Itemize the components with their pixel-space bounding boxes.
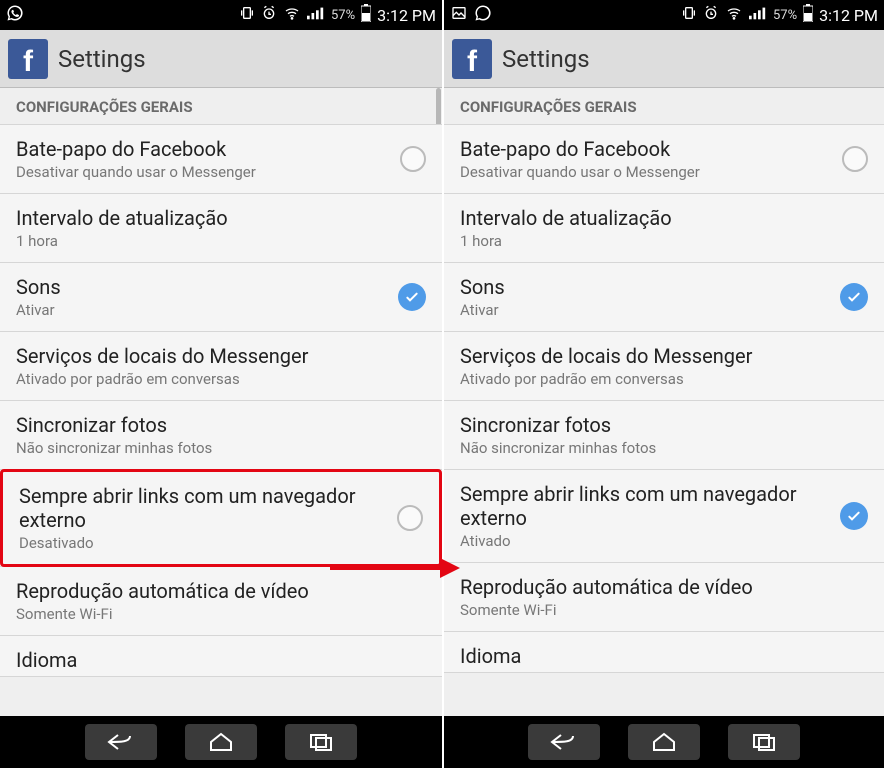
- setting-title: Serviços de locais do Messenger: [460, 344, 858, 368]
- recent-apps-button[interactable]: [728, 724, 800, 760]
- setting-title: Sons: [460, 275, 830, 299]
- page-title: Settings: [58, 45, 146, 73]
- home-button[interactable]: [628, 724, 700, 760]
- facebook-icon: f: [8, 39, 48, 79]
- checkbox-on[interactable]: [840, 502, 868, 530]
- setting-title: Bate-papo do Facebook: [460, 137, 832, 161]
- back-button[interactable]: [85, 724, 157, 760]
- setting-autoplay[interactable]: Reprodução automática de vídeo Somente W…: [0, 566, 442, 636]
- section-header: CONFIGURAÇÕES GERAIS: [0, 88, 442, 124]
- setting-subtitle: Desativar quando usar o Messenger: [16, 163, 390, 181]
- setting-external-links[interactable]: Sempre abrir links com um navegador exte…: [444, 469, 884, 563]
- alarm-icon: [703, 5, 719, 25]
- settings-list: CONFIGURAÇÕES GERAIS Bate-papo do Facebo…: [0, 88, 442, 716]
- wifi-icon: [725, 5, 743, 25]
- facebook-icon: f: [452, 39, 492, 79]
- phone-left: 57% 3:12 PM f Settings CONFIGURAÇÕES GER…: [0, 0, 442, 768]
- setting-subtitle: 1 hora: [460, 232, 858, 250]
- setting-sync-photos[interactable]: Sincronizar fotos Não sincronizar minhas…: [444, 400, 884, 470]
- setting-subtitle: Desativado: [19, 534, 387, 552]
- title-bar: f Settings: [0, 30, 442, 88]
- signal-icon: [749, 6, 767, 24]
- phone-right: 57% 3:12 PM f Settings CONFIGURAÇÕES GER…: [442, 0, 884, 768]
- recent-apps-button[interactable]: [285, 724, 357, 760]
- vibrate-icon: [681, 5, 697, 25]
- setting-title: Idioma: [16, 648, 416, 672]
- setting-chat[interactable]: Bate-papo do Facebook Desativar quando u…: [0, 124, 442, 194]
- battery-icon: [361, 4, 371, 26]
- setting-subtitle: Somente Wi-Fi: [460, 601, 858, 619]
- alarm-icon: [261, 5, 277, 25]
- radio-off[interactable]: [400, 146, 426, 172]
- setting-location[interactable]: Serviços de locais do Messenger Ativado …: [444, 331, 884, 401]
- checkbox-on[interactable]: [840, 283, 868, 311]
- battery-percent: 57%: [773, 8, 797, 23]
- setting-language[interactable]: Idioma: [0, 635, 442, 677]
- whatsapp-icon: [6, 4, 24, 26]
- setting-title: Sincronizar fotos: [16, 413, 416, 437]
- checkbox-on[interactable]: [398, 283, 426, 311]
- back-button[interactable]: [528, 724, 600, 760]
- settings-list: CONFIGURAÇÕES GERAIS Bate-papo do Facebo…: [444, 88, 884, 716]
- nav-bar: [444, 716, 884, 768]
- setting-subtitle: Ativado por padrão em conversas: [16, 370, 416, 388]
- setting-title: Serviços de locais do Messenger: [16, 344, 416, 368]
- setting-title: Bate-papo do Facebook: [16, 137, 390, 161]
- whatsapp-icon: [474, 4, 492, 26]
- setting-title: Intervalo de atualização: [16, 206, 416, 230]
- setting-subtitle: Desativar quando usar o Messenger: [460, 163, 832, 181]
- setting-title: Sincronizar fotos: [460, 413, 858, 437]
- setting-location[interactable]: Serviços de locais do Messenger Ativado …: [0, 331, 442, 401]
- setting-title: Sempre abrir links com um navegador exte…: [19, 484, 387, 532]
- setting-subtitle: Somente Wi-Fi: [16, 605, 416, 623]
- signal-icon: [307, 6, 325, 24]
- setting-subtitle: Não sincronizar minhas fotos: [460, 439, 858, 457]
- clock-text: 3:12 PM: [377, 6, 436, 25]
- status-bar: 57% 3:12 PM: [444, 0, 884, 30]
- radio-off[interactable]: [842, 146, 868, 172]
- setting-subtitle: 1 hora: [16, 232, 416, 250]
- setting-title: Sons: [16, 275, 388, 299]
- setting-title: Reprodução automática de vídeo: [16, 579, 416, 603]
- section-header: CONFIGURAÇÕES GERAIS: [444, 88, 884, 124]
- setting-subtitle: Ativado: [460, 532, 830, 550]
- setting-sync-photos[interactable]: Sincronizar fotos Não sincronizar minhas…: [0, 400, 442, 470]
- setting-subtitle: Ativar: [16, 301, 388, 319]
- battery-icon: [803, 4, 813, 26]
- setting-subtitle: Não sincronizar minhas fotos: [16, 439, 416, 457]
- setting-sounds[interactable]: Sons Ativar: [0, 262, 442, 332]
- setting-refresh[interactable]: Intervalo de atualização 1 hora: [444, 193, 884, 263]
- clock-text: 3:12 PM: [819, 6, 878, 25]
- setting-subtitle: Ativado por padrão em conversas: [460, 370, 858, 388]
- setting-subtitle: Ativar: [460, 301, 830, 319]
- home-button[interactable]: [185, 724, 257, 760]
- nav-bar: [0, 716, 442, 768]
- image-icon: [450, 5, 468, 25]
- vibrate-icon: [239, 5, 255, 25]
- wifi-icon: [283, 5, 301, 25]
- setting-title: Sempre abrir links com um navegador exte…: [460, 482, 830, 530]
- radio-off[interactable]: [397, 505, 423, 531]
- setting-refresh[interactable]: Intervalo de atualização 1 hora: [0, 193, 442, 263]
- title-bar: f Settings: [444, 30, 884, 88]
- setting-sounds[interactable]: Sons Ativar: [444, 262, 884, 332]
- status-bar: 57% 3:12 PM: [0, 0, 442, 30]
- setting-title: Intervalo de atualização: [460, 206, 858, 230]
- setting-autoplay[interactable]: Reprodução automática de vídeo Somente W…: [444, 562, 884, 632]
- setting-title: Idioma: [460, 644, 858, 668]
- setting-language[interactable]: Idioma: [444, 631, 884, 673]
- battery-percent: 57%: [331, 8, 355, 23]
- setting-chat[interactable]: Bate-papo do Facebook Desativar quando u…: [444, 124, 884, 194]
- page-title: Settings: [502, 45, 590, 73]
- setting-title: Reprodução automática de vídeo: [460, 575, 858, 599]
- setting-external-links[interactable]: Sempre abrir links com um navegador exte…: [0, 469, 442, 567]
